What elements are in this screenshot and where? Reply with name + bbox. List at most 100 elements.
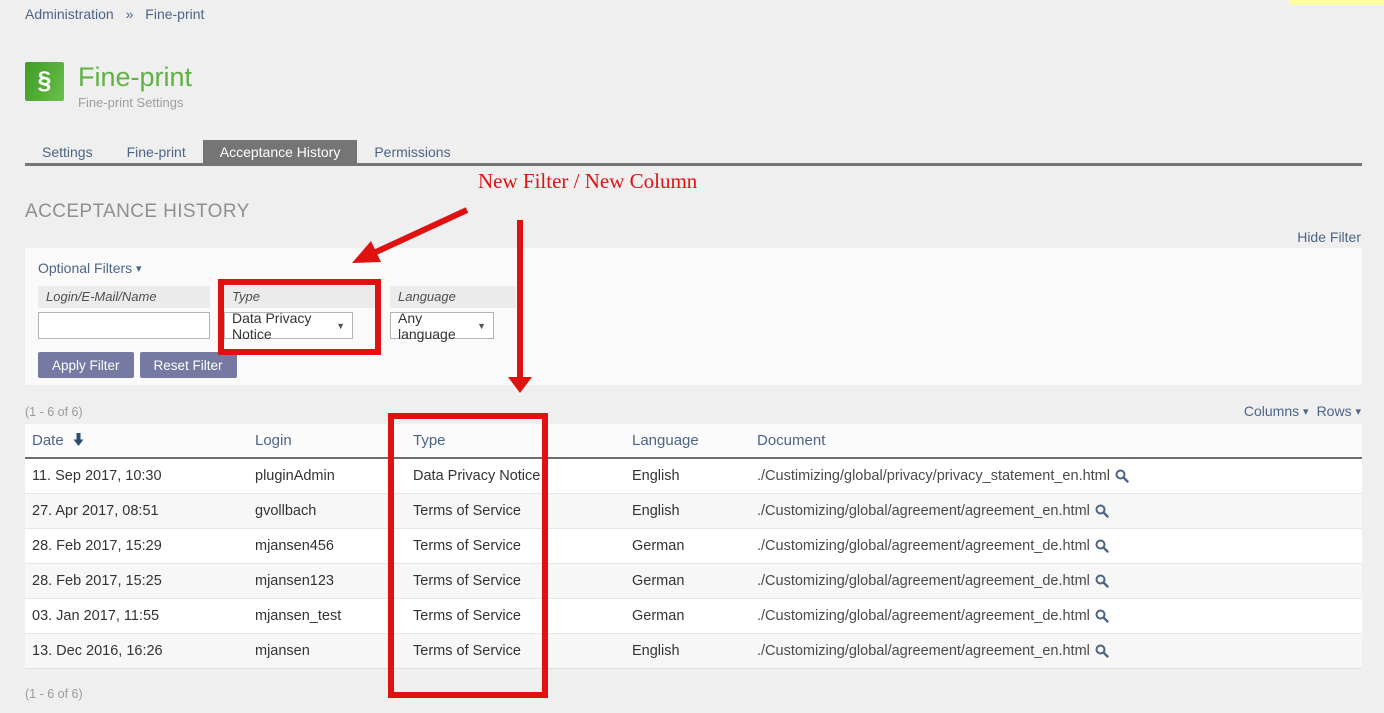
column-header-language-label: Language [632,432,699,449]
filter-group-login: Login/E-Mail/Name [38,286,210,339]
breadcrumb-fine-print[interactable]: Fine-print [145,6,204,22]
cell-login: pluginAdmin [248,458,406,494]
select-caret-icon: ▼ [336,321,345,331]
column-header-login[interactable]: Login [248,424,406,458]
cell-language: English [625,458,750,494]
fine-print-icon: § [25,62,64,101]
cell-document-path: ./Customizing/global/agreement/agreement… [757,538,1090,554]
table-row: 03. Jan 2017, 11:55 mjansen_test Terms o… [25,599,1362,634]
table-row: 11. Sep 2017, 10:30 pluginAdmin Data Pri… [25,458,1362,494]
columns-menu[interactable]: Columns ▾ [1244,403,1309,419]
section-title: ACCEPTANCE HISTORY [25,201,250,223]
column-header-type[interactable]: Type [406,424,625,458]
column-header-language[interactable]: Language [625,424,750,458]
search-icon[interactable] [1115,469,1129,483]
search-icon[interactable] [1095,609,1109,623]
tab-settings[interactable]: Settings [25,140,110,163]
tab-bar: Settings Fine-print Acceptance History P… [25,140,1362,166]
rows-menu-label: Rows [1317,403,1352,419]
cell-document-path: ./Customizing/global/agreement/agreement… [757,503,1090,519]
cell-login: mjansen [248,634,406,669]
table-row: 28. Feb 2017, 15:29 mjansen456 Terms of … [25,529,1362,564]
cell-date: 27. Apr 2017, 08:51 [25,494,248,529]
language-filter-value: Any language [398,310,471,342]
breadcrumb-separator: » [126,6,134,22]
type-filter-value: Data Privacy Notice [232,310,330,342]
type-filter-select[interactable]: Data Privacy Notice ▼ [224,312,353,339]
cell-type: Terms of Service [406,599,625,634]
tab-permissions[interactable]: Permissions [357,140,467,163]
section-sign-glyph: § [38,67,52,96]
page-title: Fine-print [78,62,192,92]
column-header-document-label: Document [757,432,825,449]
login-filter-input[interactable] [38,312,210,339]
cell-type: Data Privacy Notice [406,458,625,494]
cell-document-path: ./Custimizing/global/privacy/privacy_sta… [757,468,1110,484]
cell-login: mjansen_test [248,599,406,634]
tab-acceptance-history[interactable]: Acceptance History [203,140,358,163]
column-header-document[interactable]: Document [750,424,1362,458]
column-header-type-label: Type [413,432,446,449]
sort-descending-icon [73,433,84,446]
apply-filter-button[interactable]: Apply Filter [38,352,134,378]
cell-login: mjansen456 [248,529,406,564]
select-caret-icon: ▼ [477,321,486,331]
cell-document-path: ./Customizing/global/agreement/agreement… [757,573,1090,589]
cell-type: Terms of Service [406,634,625,669]
hide-filter-link[interactable]: Hide Filter [1297,229,1361,245]
cell-document-path: ./Customizing/global/agreement/agreement… [757,608,1090,624]
annotation-text: New Filter / New Column [478,169,697,194]
cell-language: English [625,494,750,529]
filter-group-type: Type Data Privacy Notice ▼ [224,286,376,339]
table-header-row: Date Login Type Language Document [25,424,1362,458]
cell-document-path: ./Customizing/global/agreement/agreement… [757,643,1090,659]
page-subtitle: Fine-print Settings [78,95,192,110]
search-icon[interactable] [1095,644,1109,658]
result-count-top: (1 - 6 of 6) [25,405,83,419]
cell-type: Terms of Service [406,529,625,564]
cell-date: 11. Sep 2017, 10:30 [25,458,248,494]
cell-language: German [625,599,750,634]
cell-date: 13. Dec 2016, 16:26 [25,634,248,669]
cell-language: English [625,634,750,669]
cell-date: 03. Jan 2017, 11:55 [25,599,248,634]
annotation-arrow-filter [376,210,467,252]
search-icon[interactable] [1095,574,1109,588]
search-icon[interactable] [1095,504,1109,518]
language-filter-label: Language [390,286,516,308]
rows-menu[interactable]: Rows ▾ [1317,403,1361,419]
filter-panel: Optional Filters ▾ Login/E-Mail/Name Typ… [25,248,1362,385]
cell-date: 28. Feb 2017, 15:29 [25,529,248,564]
cell-login: gvollbach [248,494,406,529]
table-row: 27. Apr 2017, 08:51 gvollbach Terms of S… [25,494,1362,529]
table-menus: Columns ▾Rows ▾ [1236,403,1361,419]
column-header-login-label: Login [255,432,292,449]
chevron-down-icon: ▾ [136,263,142,275]
optional-filters-label: Optional Filters [38,260,132,276]
cell-type: Terms of Service [406,564,625,599]
breadcrumb: Administration » Fine-print [25,6,204,22]
page-header: § Fine-print Fine-print Settings [25,62,192,110]
chevron-down-icon: ▾ [1355,406,1361,418]
breadcrumb-administration[interactable]: Administration [25,6,114,22]
cell-login: mjansen123 [248,564,406,599]
cell-language: German [625,529,750,564]
table-row: 28. Feb 2017, 15:25 mjansen123 Terms of … [25,564,1362,599]
reset-filter-button[interactable]: Reset Filter [140,352,237,378]
highlight-strip [1289,0,1384,5]
table-row: 13. Dec 2016, 16:26 mjansen Terms of Ser… [25,634,1362,669]
column-header-date-label: Date [32,432,64,449]
column-header-date[interactable]: Date [25,424,248,458]
cell-type: Terms of Service [406,494,625,529]
filter-group-language: Language Any language ▼ [390,286,516,339]
cell-language: German [625,564,750,599]
cell-date: 28. Feb 2017, 15:25 [25,564,248,599]
search-icon[interactable] [1095,539,1109,553]
language-filter-select[interactable]: Any language ▼ [390,312,494,339]
chevron-down-icon: ▾ [1303,406,1309,418]
tab-fine-print[interactable]: Fine-print [110,140,203,163]
login-filter-label: Login/E-Mail/Name [38,286,210,308]
acceptance-history-table: Date Login Type Language Document 11. Se… [25,424,1362,669]
columns-menu-label: Columns [1244,403,1299,419]
optional-filters-toggle[interactable]: Optional Filters ▾ [38,260,142,276]
